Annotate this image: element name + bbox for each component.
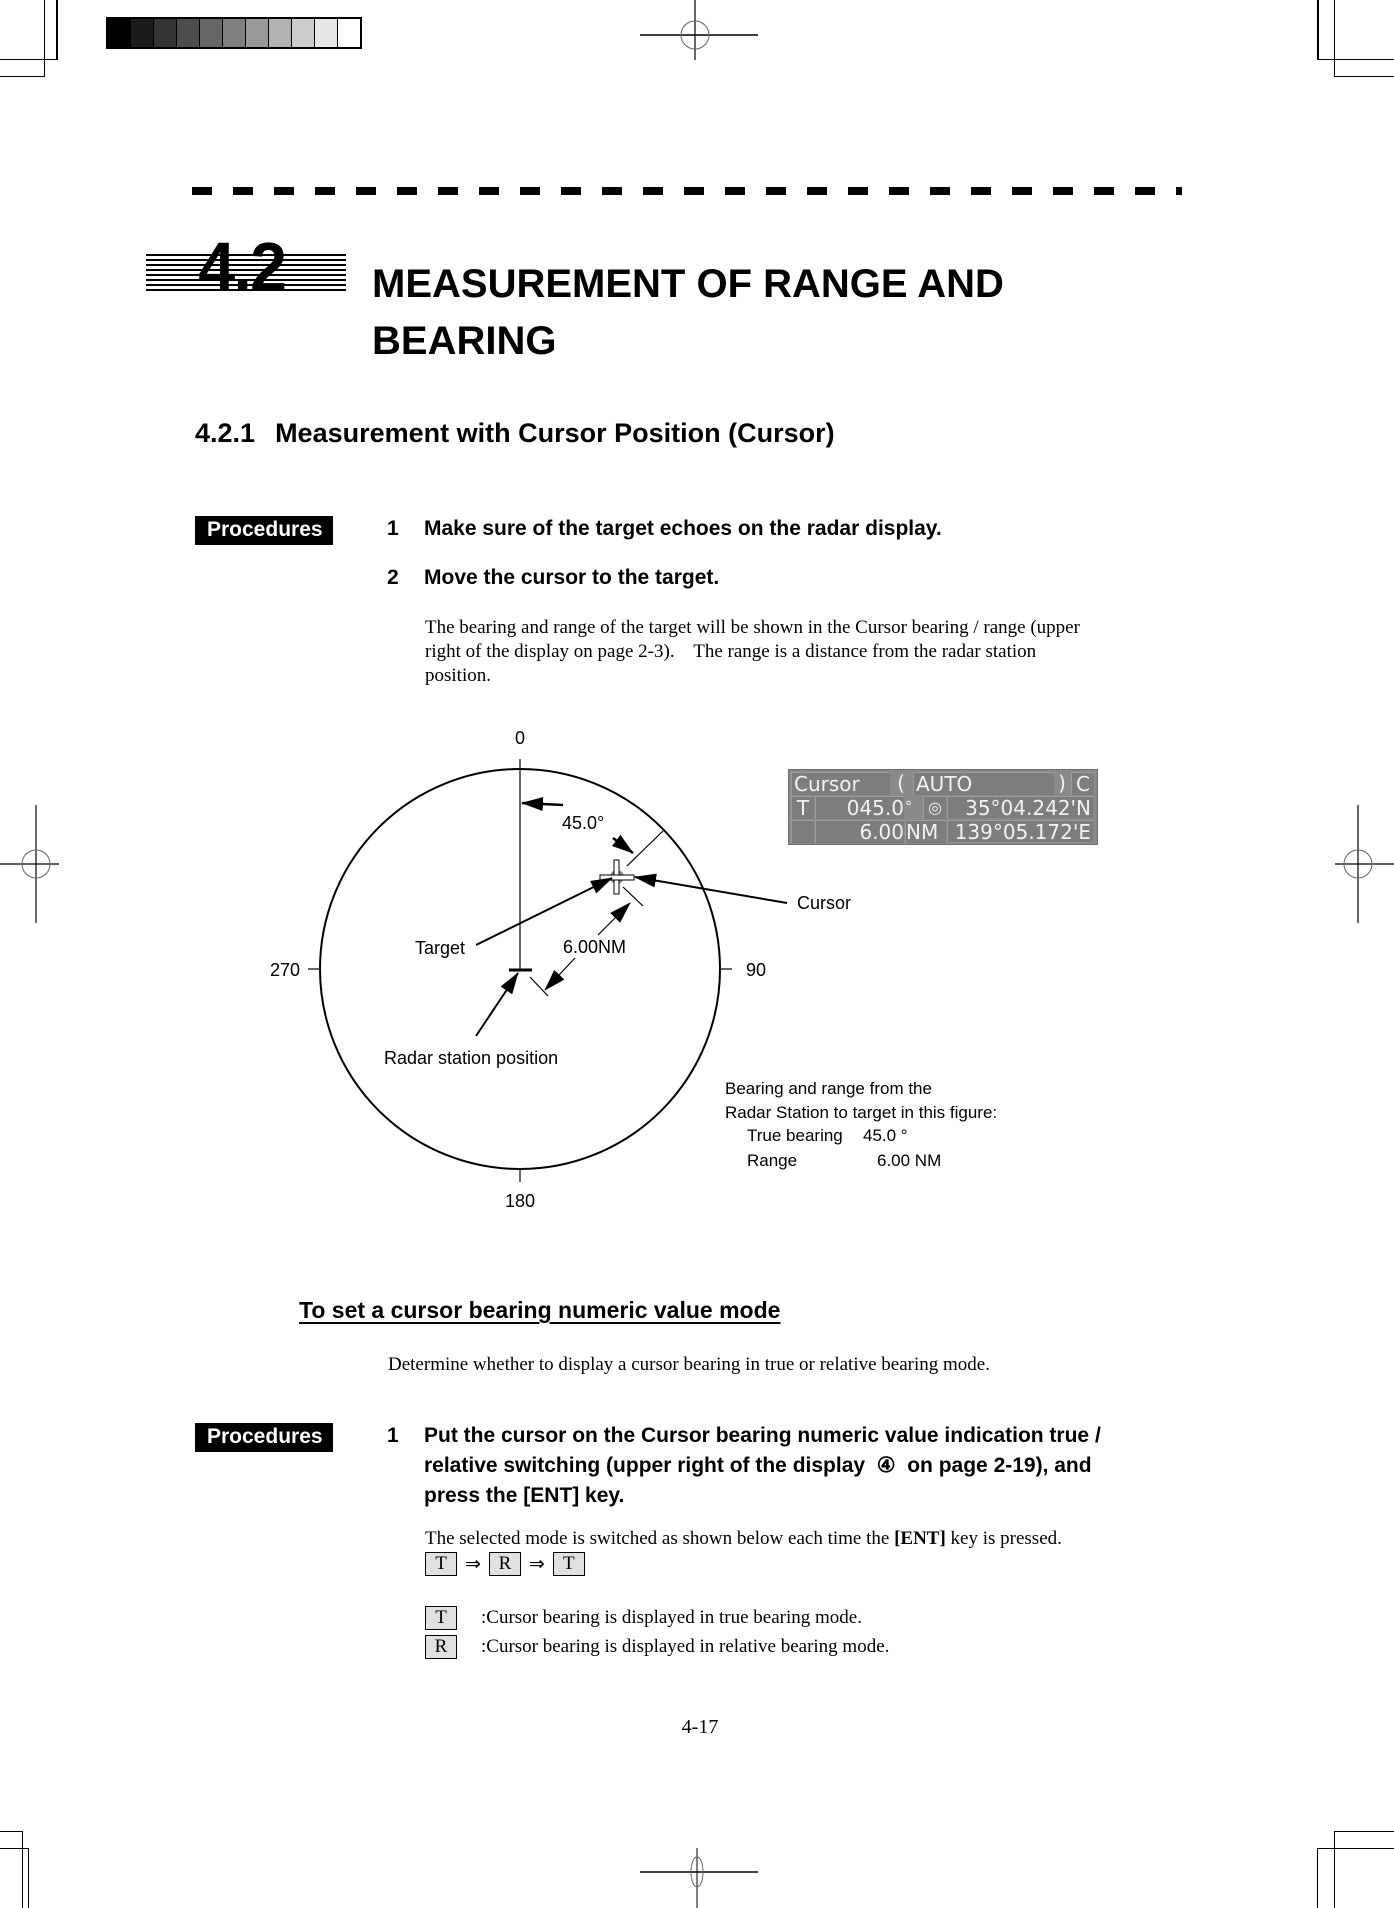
cursor-longitude: 139°05.172'E [947,820,1093,843]
cursor-range-unit: NM [905,820,946,843]
tick-label-0: 0 [515,728,525,748]
mode-section-heading: To set a cursor bearing numeric value mo… [299,1297,781,1323]
caption-range-label: Range [747,1151,797,1170]
mode-switch-note: The selected mode is switched as shown b… [425,1527,1225,1551]
bearing-arrow-right [612,834,634,854]
cursor-label: Cursor [797,893,851,913]
cursor-marker [599,859,635,895]
target-callout-line [475,877,613,946]
range-extension-line-bottom [529,976,549,997]
legend-key: R [425,1634,457,1659]
target-label: Target [415,938,465,958]
cursor-title: Cursor [791,772,890,795]
cursor-bearing-value: 045.0 [815,796,904,819]
sequence-arrow: ⇒ [528,1553,545,1575]
radar-station-label: Radar station position [384,1048,558,1068]
bearing-angle-label: 45.0° [562,813,604,833]
target-lock-icon[interactable]: ◎ [923,796,946,819]
note-text: key is pressed. [945,1528,1062,1549]
note-text: The selected mode is switched as shown b… [425,1528,895,1549]
cursor-paren-open: ( [891,772,911,794]
empty-cell [791,820,814,843]
legend-text: :Cursor bearing is displayed in relative… [481,1635,890,1657]
figure-caption-line2: Radar Station to target in this figure: [725,1103,997,1122]
bearing-mode-toggle[interactable]: T [791,796,814,819]
legend-row: T :Cursor bearing is displayed in true b… [425,1603,889,1632]
legend-key: T [425,1605,457,1630]
caption-bearing-value: 45.0 ° [863,1126,908,1145]
cursor-mode-field[interactable]: AUTO [913,772,1054,795]
tick-label-270: 270 [270,960,300,980]
cursor-mode-value: AUTO [916,772,973,796]
legend-row: R :Cursor bearing is displayed in relati… [425,1632,889,1661]
cursor-readout-panel: Cursor ( AUTO ) C T 045.0 ° ◎ 35°04.242'… [788,769,1098,845]
mode-section-description: Determine whether to display a cursor be… [388,1354,990,1375]
sequence-arrow: ⇒ [465,1553,481,1575]
figure-caption-line1: Bearing and range from the [725,1079,932,1098]
step-text-line: Put the cursor on the Cursor bearing num… [424,1424,1101,1447]
page-number: 4-17 [681,1716,719,1738]
procedures-badge: Procedures [195,1423,333,1452]
caption-range-value: 6.00 NM [877,1151,941,1170]
procedure-step: 1 Put the cursor on the Cursor bearing n… [387,1421,1187,1517]
step-number: 1 [387,1424,399,1447]
ent-key-label: [ENT] [894,1528,946,1549]
radar-callout-line [475,972,519,1037]
bearing-arrow-left [521,797,564,812]
mode-legend: T :Cursor bearing is displayed in true b… [425,1603,889,1661]
mode-sequence: T ⇒ R ⇒ T [425,1552,585,1576]
cursor-bearing-unit: ° [905,796,921,818]
cursor-crosshair-horizontal [599,874,635,881]
mode-key-t: T [552,1552,585,1576]
tick-label-90: 90 [746,960,766,980]
mode-key-t: T [425,1552,457,1576]
tick-label-180: 180 [505,1191,535,1211]
step-text-line: relative switching (upper right of the d… [424,1454,1092,1477]
range-extension-line-top [622,886,644,907]
mode-key-r: R [488,1552,521,1576]
step-text-line: press the [ENT] key. [424,1484,625,1507]
cursor-latitude: 35°04.242'N [947,796,1093,819]
step-text: Put the cursor on the Cursor bearing num… [424,1421,1101,1511]
cursor-range-value: 6.00 [815,820,904,843]
bearing-extension-line [626,830,664,867]
cursor-callout-line [634,873,788,904]
legend-text: :Cursor bearing is displayed in true bea… [481,1606,862,1628]
range-arrow-bottom [544,957,576,991]
range-arrow-top [597,902,631,936]
cursor-c-button[interactable]: C [1071,772,1094,795]
cursor-title-text: Cursor [794,772,860,796]
range-label: 6.00NM [563,937,626,957]
caption-bearing-label: True bearing [747,1126,843,1145]
cursor-paren-close: ) [1055,772,1069,794]
